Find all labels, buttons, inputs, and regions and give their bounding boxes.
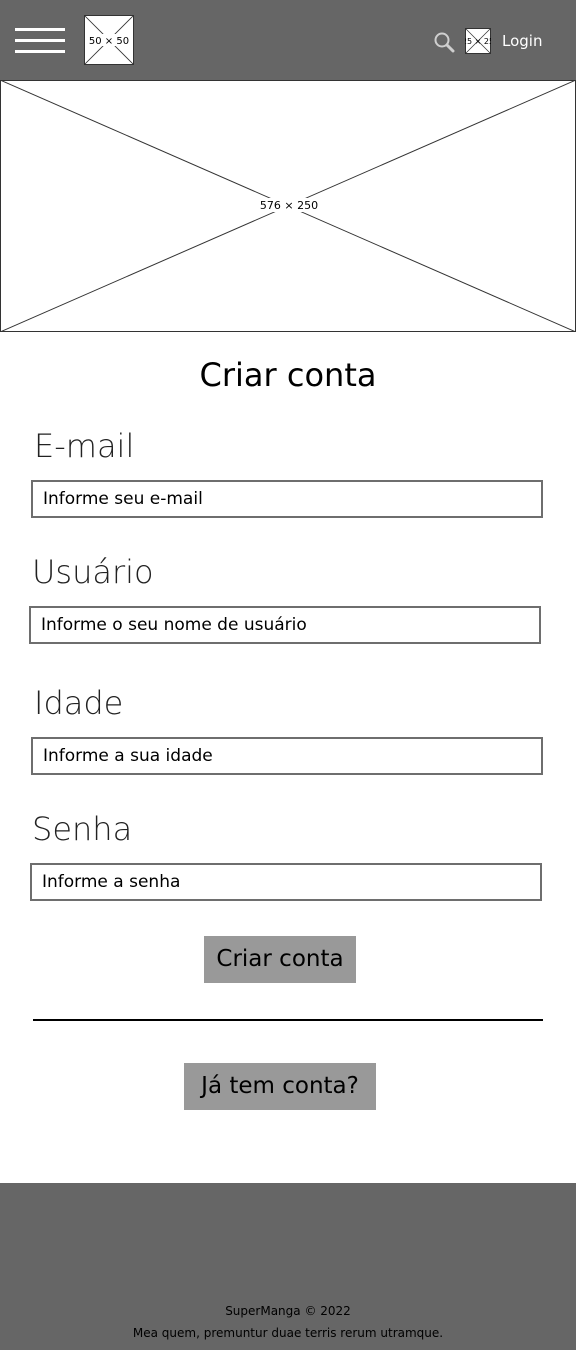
- logo-placeholder-label: 50 × 50: [89, 36, 129, 47]
- footer: [0, 1183, 576, 1350]
- login-link[interactable]: Login: [502, 31, 542, 51]
- footer-copyright: SuperManga © 2022: [225, 1304, 351, 1318]
- search-icon[interactable]: [433, 31, 455, 53]
- create-account-button[interactable]: Criar conta: [204, 936, 356, 983]
- username-label: Usuário: [32, 553, 154, 591]
- password-field[interactable]: Informe a senha: [30, 863, 542, 901]
- already-have-account-button[interactable]: Já tem conta?: [184, 1063, 376, 1110]
- user-avatar-placeholder-image[interactable]: 25 × 25: [465, 28, 491, 54]
- email-field[interactable]: Informe seu e-mail: [31, 480, 543, 518]
- page-title: Criar conta: [199, 356, 377, 394]
- avatar-placeholder-label: 25 × 25: [465, 37, 491, 46]
- username-field[interactable]: Informe o seu nome de usuário: [29, 606, 541, 644]
- banner-placeholder-image: 576 × 250: [0, 80, 576, 332]
- password-label: Senha: [32, 810, 133, 848]
- top-header: 50 × 50 25 × 25 Login: [0, 0, 576, 80]
- logo-placeholder-image[interactable]: 50 × 50: [84, 15, 134, 65]
- age-field[interactable]: Informe a sua idade: [31, 737, 543, 775]
- divider: [33, 1019, 543, 1021]
- hamburger-menu-icon[interactable]: [15, 28, 65, 54]
- email-label: E-mail: [34, 427, 135, 465]
- footer-tagline: Mea quem, premuntur duae terris rerum ut…: [132, 1326, 444, 1340]
- age-label: Idade: [34, 684, 124, 722]
- banner-placeholder-label: 576 × 250: [260, 199, 318, 212]
